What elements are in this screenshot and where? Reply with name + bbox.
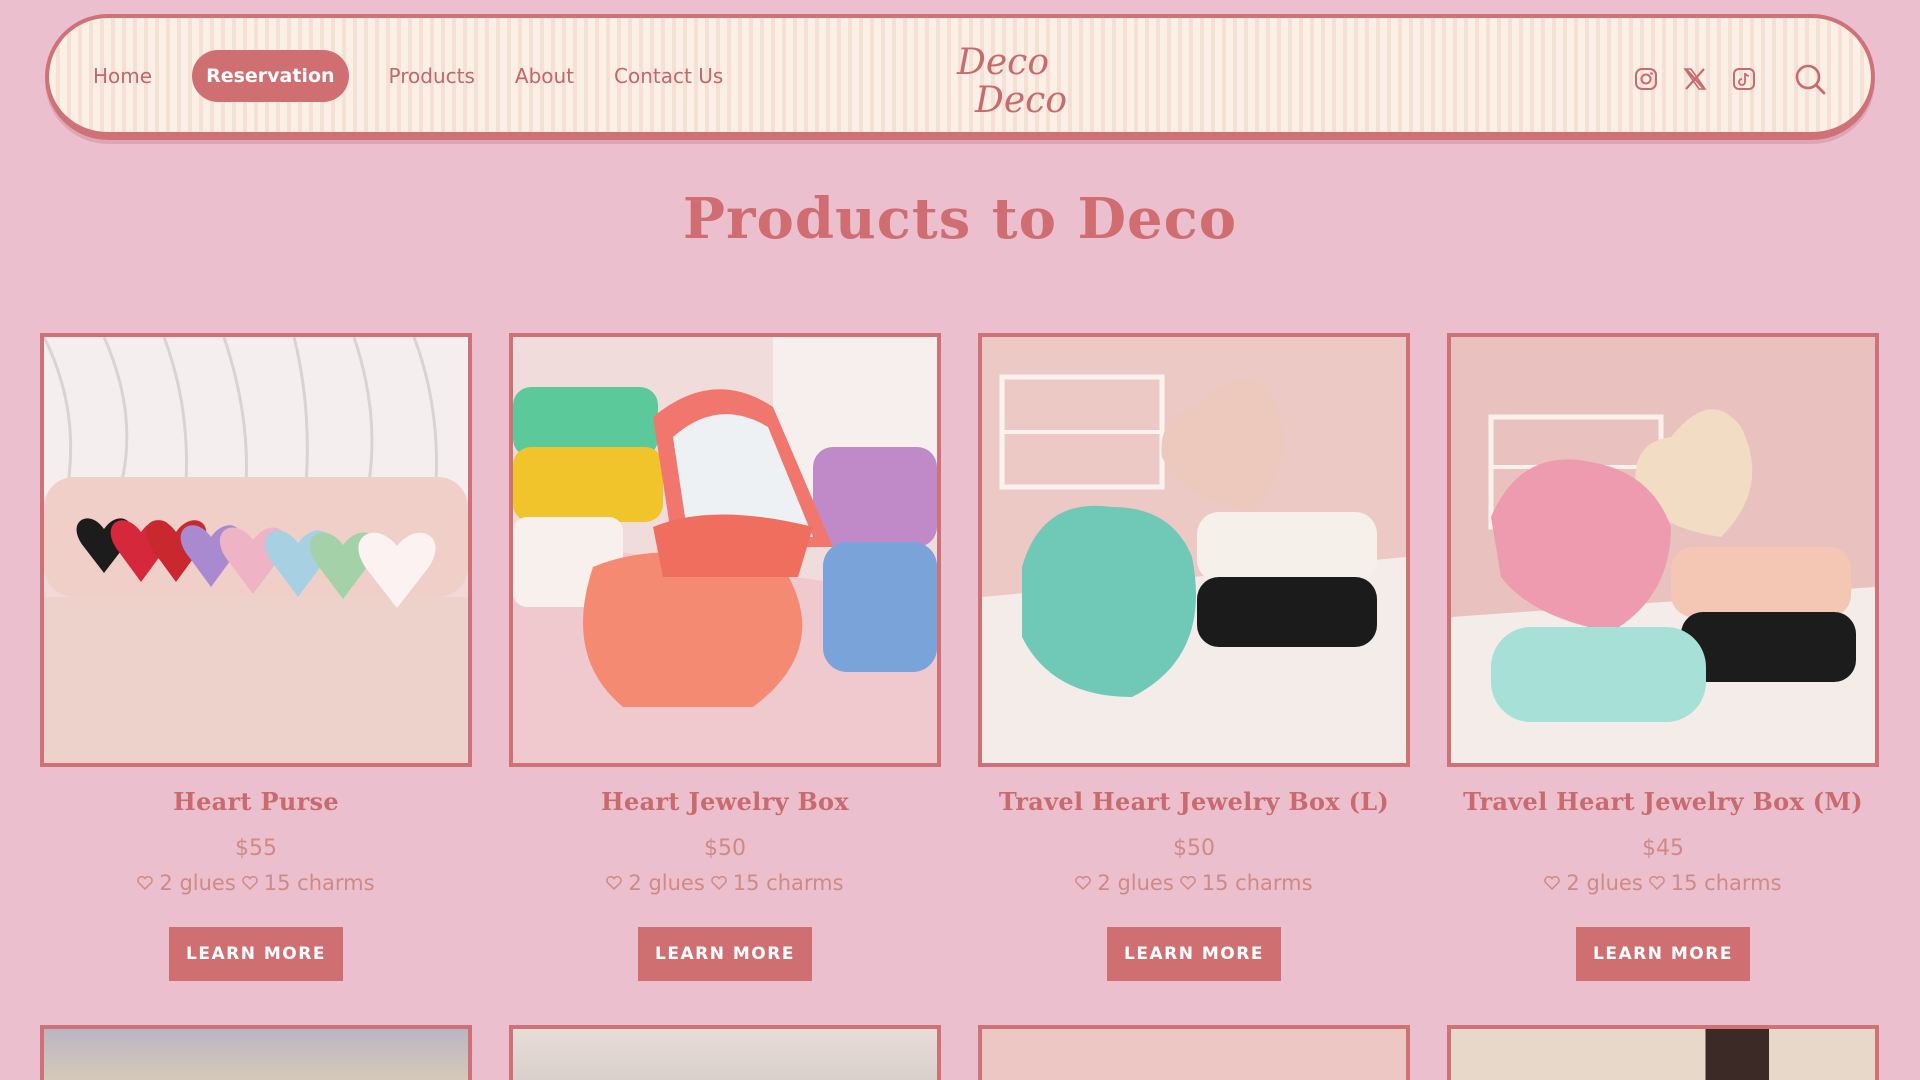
top-nav: Home Reservation Products About Contact … <box>45 14 1875 140</box>
charms-count: 15 charms <box>263 871 375 895</box>
x-icon[interactable] <box>1678 62 1712 96</box>
learn-more-button[interactable]: LEARN MORE <box>638 927 812 981</box>
logo-text-2: Deco <box>974 80 1067 121</box>
product-image-partial[interactable] <box>40 1025 472 1080</box>
product-price: $55 <box>235 836 277 861</box>
heart-icon <box>1075 876 1092 890</box>
heart-icon <box>606 876 623 890</box>
product-image-partial[interactable] <box>1447 1025 1879 1080</box>
logo-text-1: Deco <box>956 42 1049 83</box>
page-title: Products to Deco <box>682 186 1238 252</box>
glues-count: 2 glues <box>159 871 236 895</box>
product-price: $50 <box>1173 836 1215 861</box>
product-extras: 2 glues 15 charms <box>1447 871 1879 895</box>
product-image[interactable] <box>509 333 941 767</box>
nav-about-link[interactable]: About <box>515 50 574 102</box>
product-image[interactable] <box>40 333 472 767</box>
learn-more-button[interactable]: LEARN MORE <box>169 927 343 981</box>
product-title: Travel Heart Jewelry Box (M) <box>1463 787 1863 816</box>
product-card: Travel Heart Jewelry Box (L) $50 2 glues… <box>978 333 1410 981</box>
product-extras: 2 glues 15 charms <box>509 871 941 895</box>
product-price: $50 <box>704 836 746 861</box>
product-image[interactable] <box>1447 333 1879 767</box>
product-title: Heart Jewelry Box <box>601 787 849 816</box>
charms-count: 15 charms <box>732 871 844 895</box>
tiktok-icon[interactable] <box>1727 62 1761 96</box>
heart-icon <box>1180 876 1196 890</box>
nav-contact-link[interactable]: Contact Us <box>614 50 723 102</box>
product-price: $45 <box>1642 836 1684 861</box>
heart-icon <box>137 876 154 890</box>
glues-count: 2 glues <box>1097 871 1174 895</box>
glues-count: 2 glues <box>628 871 705 895</box>
product-image-partial[interactable] <box>509 1025 941 1080</box>
charms-count: 15 charms <box>1670 871 1782 895</box>
instagram-icon[interactable] <box>1629 62 1663 96</box>
product-image[interactable] <box>978 333 1410 767</box>
product-card: Heart Jewelry Box $50 2 glues 15 charms … <box>509 333 941 981</box>
heart-icon <box>1544 876 1561 890</box>
product-card: Heart Purse $55 2 glues 15 charms LEARN … <box>40 333 472 981</box>
product-extras: 2 glues 15 charms <box>40 871 472 895</box>
deco-deco-logo[interactable]: Deco Deco <box>949 34 1079 124</box>
nav-products-link[interactable]: Products <box>389 50 475 102</box>
product-title: Heart Purse <box>173 787 339 816</box>
product-image-partial[interactable] <box>978 1025 1410 1080</box>
nav-reservation-link[interactable]: Reservation <box>192 50 349 102</box>
product-card: Travel Heart Jewelry Box (M) $45 2 glues… <box>1447 333 1879 981</box>
heart-icon <box>1649 876 1665 890</box>
nav-links: Home Reservation Products About Contact … <box>93 50 763 102</box>
glues-count: 2 glues <box>1566 871 1643 895</box>
learn-more-button[interactable]: LEARN MORE <box>1576 927 1750 981</box>
product-title: Travel Heart Jewelry Box (L) <box>998 787 1390 816</box>
heart-icon <box>711 876 727 890</box>
heart-icon <box>242 876 258 890</box>
charms-count: 15 charms <box>1201 871 1313 895</box>
nav-home-link[interactable]: Home <box>93 50 152 102</box>
social-icons <box>1614 58 1831 100</box>
product-extras: 2 glues 15 charms <box>978 871 1410 895</box>
search-icon[interactable] <box>1789 58 1831 100</box>
learn-more-button[interactable]: LEARN MORE <box>1107 927 1281 981</box>
